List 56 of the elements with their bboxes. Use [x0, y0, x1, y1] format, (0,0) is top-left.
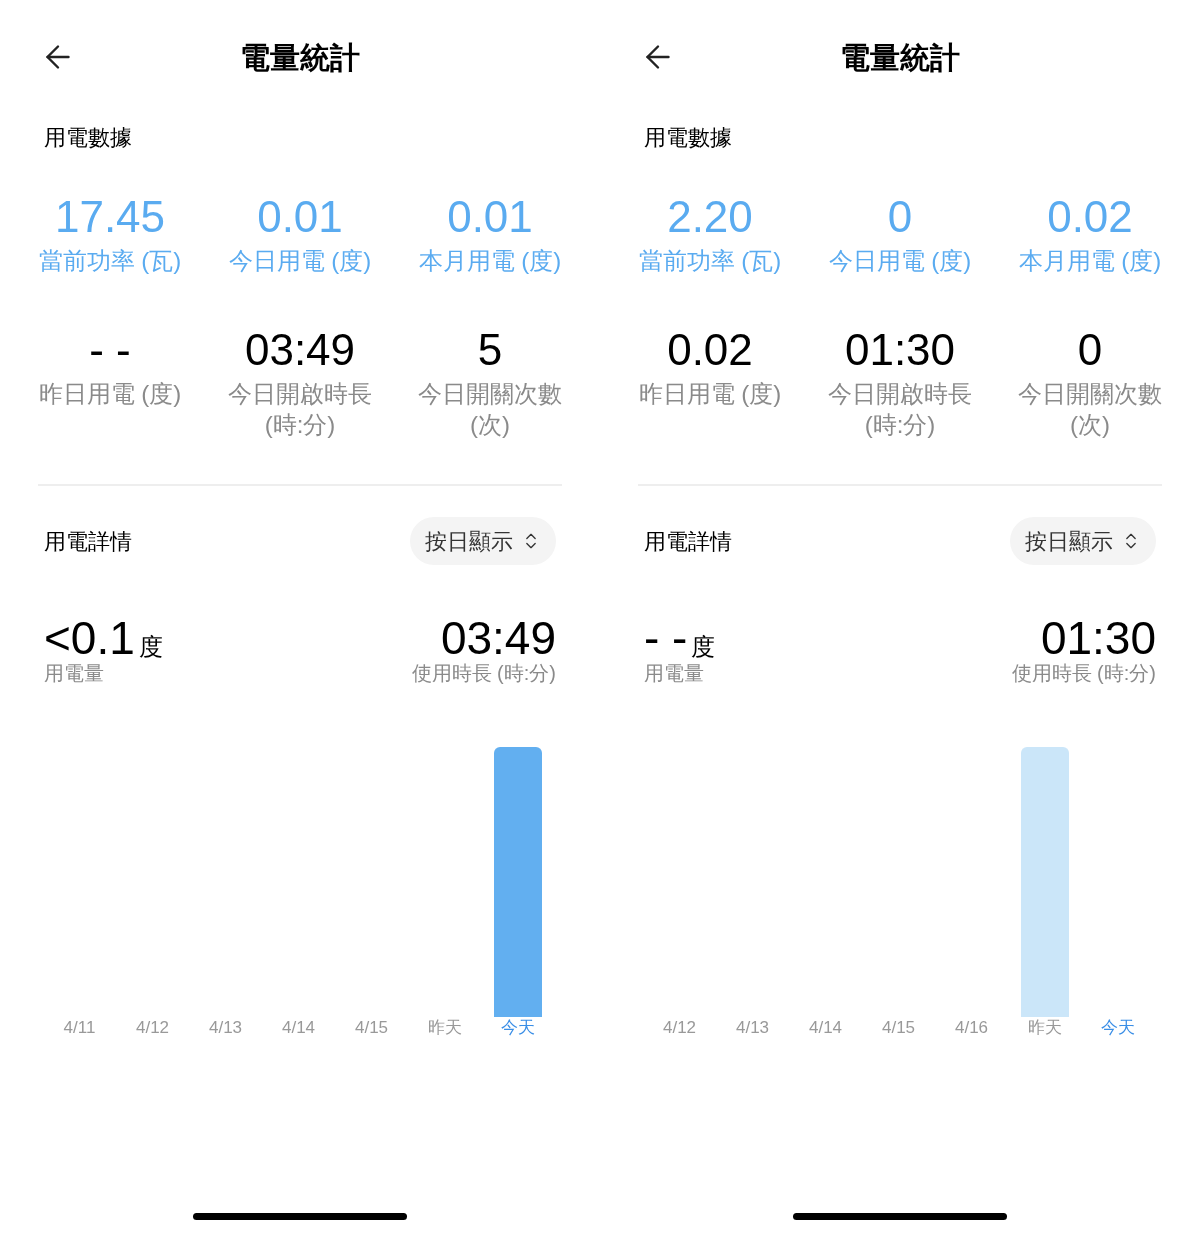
stat-label: 今日用電 (度)	[827, 246, 973, 276]
stat-label: 本月用電 (度)	[1017, 246, 1163, 276]
stat-value: 0	[1077, 326, 1103, 374]
day-label[interactable]: 4/14	[808, 1017, 843, 1039]
duration-value: 01:30	[1040, 615, 1156, 661]
section-title: 用電詳情	[44, 527, 132, 556]
day-label[interactable]: 4/13	[208, 1017, 243, 1039]
day-label[interactable]: 4/11	[63, 1017, 96, 1039]
stat-label: 今日用電 (度)	[227, 246, 373, 276]
day-label[interactable]: 4/12	[662, 1017, 697, 1039]
stat-label: 當前功率 (瓦)	[637, 246, 783, 276]
stat-label: 當前功率 (瓦)	[37, 246, 183, 276]
usage-label: 用電量	[44, 661, 104, 685]
stat-value: 0.02	[1047, 193, 1133, 241]
stat-value: 0.02	[667, 326, 753, 374]
stat-value: 2.20	[667, 193, 753, 241]
view-mode-button[interactable]: 按日顯示	[410, 517, 556, 565]
page-title: 電量統計	[840, 39, 960, 76]
stat-label: 本月用電 (度)	[417, 246, 563, 276]
stat-value: 5	[477, 326, 503, 374]
stat-value: 03:49	[244, 326, 356, 374]
stat-label: 昨日用電 (度)	[637, 379, 783, 409]
day-label[interactable]: 昨天	[1027, 1017, 1062, 1039]
day-label[interactable]: 今天	[500, 1017, 535, 1039]
duration-label: 使用時長 (時:分)	[1011, 661, 1156, 685]
page-title: 電量統計	[240, 39, 360, 76]
day-label[interactable]: 4/15	[354, 1017, 389, 1039]
day-label[interactable]: 4/13	[735, 1017, 770, 1039]
stat-label: 今日開啟時長 (時:分)	[227, 379, 373, 440]
day-label[interactable]: 4/16	[954, 1017, 989, 1039]
usage-unit: 度	[691, 633, 716, 661]
section-title: 用電詳情	[644, 527, 732, 556]
day-label[interactable]: 今天	[1100, 1017, 1135, 1039]
day-label[interactable]: 昨天	[427, 1017, 462, 1039]
day-label[interactable]: 4/15	[881, 1017, 916, 1039]
section-title: 用電數據	[644, 124, 732, 152]
stat-label: 今日開關次數 (次)	[1017, 379, 1163, 440]
section-title: 用電數據	[44, 124, 132, 152]
stat-value: 01:30	[844, 326, 956, 374]
duration-label: 使用時長 (時:分)	[411, 661, 556, 685]
usage-value: <0.1	[44, 615, 135, 661]
stat-value: - -	[89, 326, 131, 374]
usage-unit: 度	[138, 633, 163, 661]
stat-label: 昨日用電 (度)	[37, 379, 183, 409]
stat-value: 0	[887, 193, 913, 241]
usage-value: - -	[644, 615, 688, 661]
stat-value: 0.01	[257, 193, 343, 241]
stat-value: 17.45	[54, 193, 166, 241]
stat-label: 今日開啟時長 (時:分)	[827, 379, 973, 440]
stat-label: 今日開關次數 (次)	[417, 379, 563, 440]
usage-label: 用電量	[644, 661, 704, 685]
stat-value: 0.01	[447, 193, 533, 241]
day-label[interactable]: 4/14	[281, 1017, 316, 1039]
day-label[interactable]: 4/12	[135, 1017, 170, 1039]
duration-value: 03:49	[440, 615, 556, 661]
view-mode-button[interactable]: 按日顯示	[1010, 517, 1156, 565]
